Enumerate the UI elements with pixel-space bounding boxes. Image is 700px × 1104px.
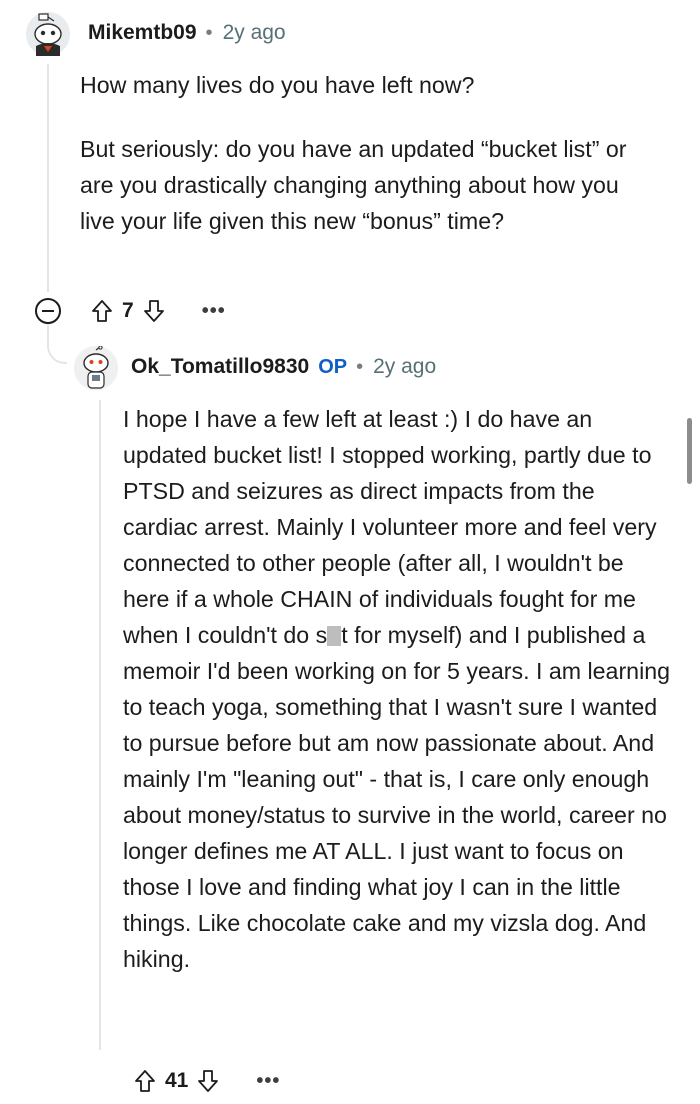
comment-paragraph: But seriously: do you have an updated “b… bbox=[80, 136, 627, 234]
action-bar: 7 ••• bbox=[88, 293, 226, 329]
thread-connector bbox=[47, 340, 67, 364]
arrow-up-outline-icon bbox=[92, 300, 112, 322]
avatar[interactable] bbox=[26, 12, 70, 56]
upvote-button[interactable] bbox=[131, 1067, 159, 1095]
snoo-avatar-icon bbox=[26, 12, 70, 56]
comment-header: Mikemtb09 • 2y ago bbox=[88, 21, 286, 45]
comment-body: How many lives do you have left now? But… bbox=[80, 67, 640, 239]
redaction-block bbox=[327, 626, 342, 646]
separator-dot: • bbox=[205, 22, 213, 44]
thread-line-reply bbox=[99, 400, 101, 1050]
downvote-button[interactable] bbox=[140, 297, 168, 325]
comment-text-part: I hope I have a few left at least :) I d… bbox=[123, 406, 657, 648]
comment-paragraph: I hope I have a few left at least :) I d… bbox=[123, 401, 671, 977]
timestamp: 2y ago bbox=[373, 355, 437, 378]
comment-paragraph-spacer bbox=[80, 103, 640, 131]
separator-dot: • bbox=[356, 356, 364, 378]
thread-line-main bbox=[47, 64, 49, 292]
username[interactable]: Ok_Tomatillo9830 bbox=[131, 355, 309, 379]
comment-paragraph: How many lives do you have left now? bbox=[80, 72, 475, 98]
comment-text-part: t for myself) and I published a memoir I… bbox=[123, 622, 671, 972]
upvote-button[interactable] bbox=[88, 297, 116, 325]
ellipsis-icon[interactable]: ••• bbox=[202, 301, 226, 321]
downvote-button[interactable] bbox=[194, 1067, 222, 1095]
snoo-avatar-icon bbox=[74, 345, 118, 390]
ellipsis-icon[interactable]: ••• bbox=[256, 1071, 280, 1091]
collapse-thread-button[interactable] bbox=[35, 298, 61, 324]
vote-count: 7 bbox=[122, 299, 134, 322]
comment-header: Ok_Tomatillo9830 OP • 2y ago bbox=[131, 355, 436, 379]
action-bar: 41 ••• bbox=[131, 1063, 280, 1099]
username[interactable]: Mikemtb09 bbox=[88, 21, 197, 45]
arrow-up-outline-icon bbox=[135, 1070, 155, 1092]
timestamp: 2y ago bbox=[222, 21, 286, 44]
arrow-down-outline-icon bbox=[198, 1070, 219, 1092]
avatar[interactable] bbox=[74, 345, 118, 390]
arrow-down-outline-icon bbox=[143, 300, 164, 322]
minus-circle-icon bbox=[42, 310, 54, 312]
op-badge: OP bbox=[318, 356, 348, 378]
vote-count: 41 bbox=[165, 1069, 189, 1092]
scrollbar-thumb[interactable] bbox=[687, 418, 692, 484]
comment-body: I hope I have a few left at least :) I d… bbox=[123, 401, 671, 977]
